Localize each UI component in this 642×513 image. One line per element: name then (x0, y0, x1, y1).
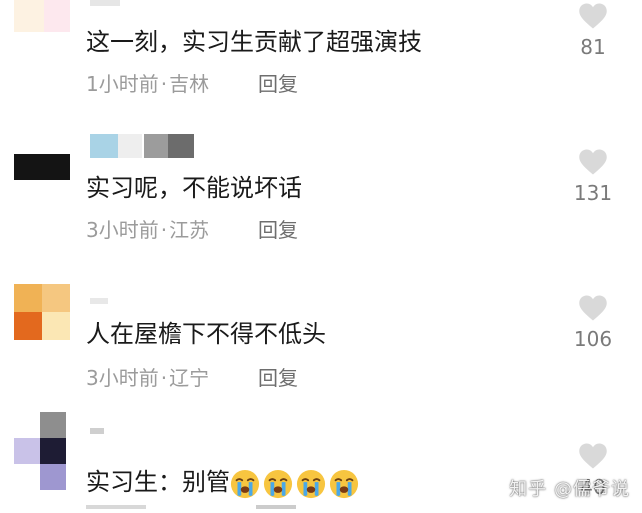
crying-face-emoji (263, 469, 293, 499)
crying-face-emoji (296, 469, 326, 499)
avatar[interactable] (14, 412, 70, 492)
comment-location: 江苏 (169, 218, 210, 242)
like-count: 81 (580, 35, 606, 59)
emoji-group (230, 467, 362, 499)
comment-text: 实习生：别管 (86, 466, 362, 499)
comment-meta: 3小时前 · 辽宁 (86, 364, 209, 392)
like-button[interactable]: 106 (560, 294, 626, 352)
comment-meta: 1小时前 · 吉林 (86, 70, 209, 98)
heart-icon (579, 149, 607, 175)
heart-icon (579, 295, 607, 321)
like-count: 106 (573, 327, 613, 351)
heart-icon (579, 3, 607, 29)
comment-location: 辽宁 (169, 366, 210, 390)
watermark: 知乎 @儒爷说 (509, 479, 630, 500)
like-button[interactable]: 81 (560, 2, 626, 60)
reply-button[interactable]: 回复 (258, 70, 298, 98)
comment-text: 这一刻，实习生贡献了超强演技 (86, 28, 422, 56)
avatar[interactable] (14, 132, 70, 188)
crying-face-emoji (230, 469, 260, 499)
avatar[interactable] (14, 0, 70, 32)
comment-time: 1小时前 (86, 72, 159, 96)
comment-text: 实习呢，不能说坏话 (86, 174, 302, 202)
comment-text: 人在屋檐下不得不低头 (86, 320, 326, 348)
meta-separator: · (160, 366, 168, 390)
reply-button[interactable]: 回复 (258, 364, 298, 392)
heart-icon (579, 443, 607, 469)
next-meta-cropped (86, 505, 306, 513)
comment-text-content: 实习生：别管 (86, 468, 230, 496)
reply-button[interactable]: 回复 (258, 216, 298, 244)
crying-face-emoji (329, 469, 359, 499)
comment-meta: 3小时前 · 江苏 (86, 216, 209, 244)
comment-location: 吉林 (169, 72, 210, 96)
meta-separator: · (160, 218, 168, 242)
like-count: 131 (573, 181, 613, 205)
meta-separator: · (160, 72, 168, 96)
like-button[interactable]: 131 (560, 148, 626, 206)
comment-time: 3小时前 (86, 218, 159, 242)
comment-list-screen: 这一刻，实习生贡献了超强演技 1小时前 · 吉林 回复 81 实习呢，不能说坏话 3… (0, 0, 642, 513)
comment-time: 3小时前 (86, 366, 159, 390)
avatar[interactable] (14, 284, 70, 340)
